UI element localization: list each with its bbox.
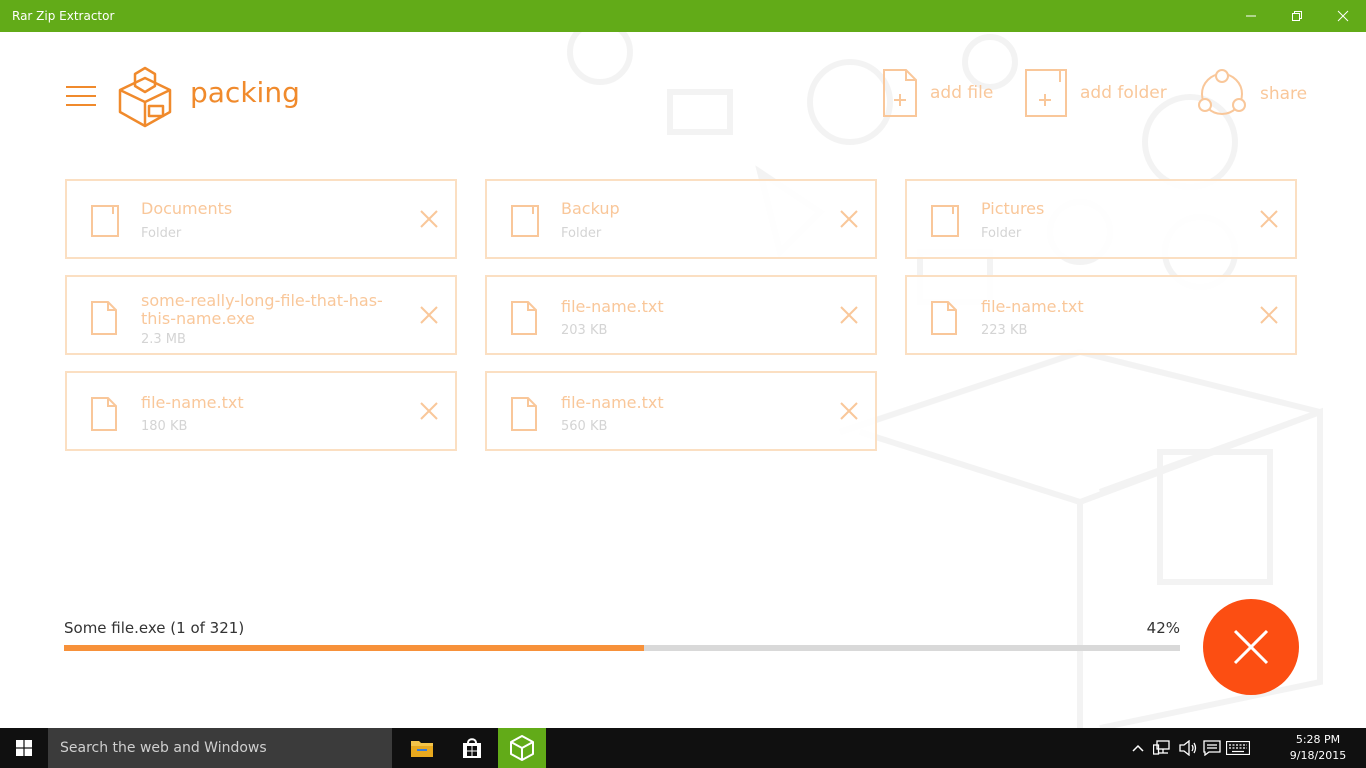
list-item[interactable]: file-name.txt 180 KB	[65, 371, 457, 451]
search-input[interactable]	[48, 728, 392, 768]
page-title: packing	[190, 76, 300, 109]
network-button[interactable]	[1150, 728, 1174, 768]
item-name: file-name.txt	[141, 393, 244, 412]
store-icon	[463, 738, 481, 758]
remove-item-icon[interactable]	[839, 209, 859, 229]
folder-icon	[511, 205, 539, 237]
volume-button[interactable]	[1176, 728, 1200, 768]
item-name: Documents	[141, 199, 233, 218]
keyboard-button[interactable]	[1224, 728, 1252, 768]
list-item[interactable]: Documents Folder	[65, 179, 457, 259]
taskbar: 5:28 PM 9/18/2015	[0, 728, 1366, 768]
file-explorer-taskbar-button[interactable]	[398, 728, 446, 768]
progress-bar	[64, 645, 1180, 651]
clock-date: 9/18/2015	[1289, 749, 1347, 762]
item-name: some-really-long-file-that-has-this-name…	[141, 291, 383, 328]
file-icon	[931, 301, 957, 335]
file-icon	[511, 397, 537, 431]
list-item[interactable]: Backup Folder	[485, 179, 877, 259]
close-icon	[1337, 10, 1349, 22]
keyboard-icon	[1226, 741, 1250, 755]
item-subtitle: 560 KB	[561, 419, 608, 434]
rar-zip-extractor-taskbar-button[interactable]	[498, 728, 546, 768]
action-center-button[interactable]	[1200, 728, 1224, 768]
remove-item-icon[interactable]	[1259, 209, 1279, 229]
remove-item-icon[interactable]	[419, 305, 439, 325]
item-subtitle: 2.3 MB	[141, 332, 186, 347]
add-folder-button[interactable]: add folder	[1024, 68, 1167, 118]
windows-logo-icon	[16, 740, 32, 756]
package-box-icon	[118, 66, 172, 128]
show-hidden-icons-button[interactable]	[1128, 728, 1148, 768]
window-title: Rar Zip Extractor	[12, 9, 115, 23]
file-icon	[511, 301, 537, 335]
list-item[interactable]: file-name.txt 560 KB	[485, 371, 877, 451]
item-name: Pictures	[981, 199, 1045, 218]
add-file-icon	[883, 69, 917, 117]
minimize-button[interactable]	[1228, 0, 1274, 32]
notification-icon	[1203, 740, 1221, 756]
item-name: Backup	[561, 199, 620, 218]
share-button[interactable]: share	[1196, 68, 1307, 120]
remove-item-icon[interactable]	[839, 305, 859, 325]
progress-bar-fill	[64, 645, 645, 651]
item-name: file-name.txt	[981, 297, 1084, 316]
title-bar: Rar Zip Extractor	[0, 0, 1366, 32]
restore-button[interactable]	[1274, 0, 1320, 32]
item-subtitle: 223 KB	[981, 323, 1028, 338]
item-subtitle: Folder	[561, 226, 602, 241]
folder-icon	[411, 741, 433, 757]
clock-time: 5:28 PM	[1295, 733, 1341, 746]
item-subtitle: Folder	[981, 226, 1022, 241]
add-folder-label: add folder	[1080, 83, 1167, 103]
item-name: file-name.txt	[561, 297, 664, 316]
folder-icon	[931, 205, 959, 237]
add-folder-icon	[1025, 69, 1067, 117]
restore-icon	[1292, 11, 1302, 21]
store-taskbar-button[interactable]	[448, 728, 496, 768]
package-box-icon	[510, 735, 534, 761]
item-subtitle: 203 KB	[561, 323, 608, 338]
remove-item-icon[interactable]	[839, 401, 859, 421]
item-subtitle: 180 KB	[141, 419, 188, 434]
file-icon	[91, 397, 117, 431]
start-button[interactable]	[0, 728, 48, 768]
close-icon	[1233, 629, 1269, 665]
minimize-icon	[1246, 15, 1256, 17]
menu-button[interactable]	[66, 86, 96, 106]
cancel-button[interactable]	[1203, 599, 1299, 695]
list-item[interactable]: Pictures Folder	[905, 179, 1297, 259]
list-item[interactable]: some-really-long-file-that-has-this-name…	[65, 275, 457, 355]
progress-label: Some file.exe (1 of 321)	[64, 619, 245, 637]
add-file-label: add file	[930, 83, 994, 103]
clock[interactable]: 5:28 PM 9/18/2015	[1280, 732, 1356, 764]
folder-icon	[91, 205, 119, 237]
remove-item-icon[interactable]	[419, 401, 439, 421]
list-item[interactable]: file-name.txt 223 KB	[905, 275, 1297, 355]
remove-item-icon[interactable]	[1259, 305, 1279, 325]
network-icon	[1153, 740, 1170, 755]
file-icon	[91, 301, 117, 335]
close-window-button[interactable]	[1320, 0, 1366, 32]
share-icon	[1198, 69, 1246, 115]
chevron-up-icon	[1132, 744, 1144, 752]
add-file-button[interactable]: add file	[882, 68, 993, 118]
list-item[interactable]: file-name.txt 203 KB	[485, 275, 877, 355]
item-subtitle: Folder	[141, 226, 182, 241]
share-label: share	[1260, 84, 1308, 104]
item-name: file-name.txt	[561, 393, 664, 412]
speaker-icon	[1179, 740, 1197, 756]
progress-percent: 42%	[1146, 619, 1180, 637]
remove-item-icon[interactable]	[419, 209, 439, 229]
